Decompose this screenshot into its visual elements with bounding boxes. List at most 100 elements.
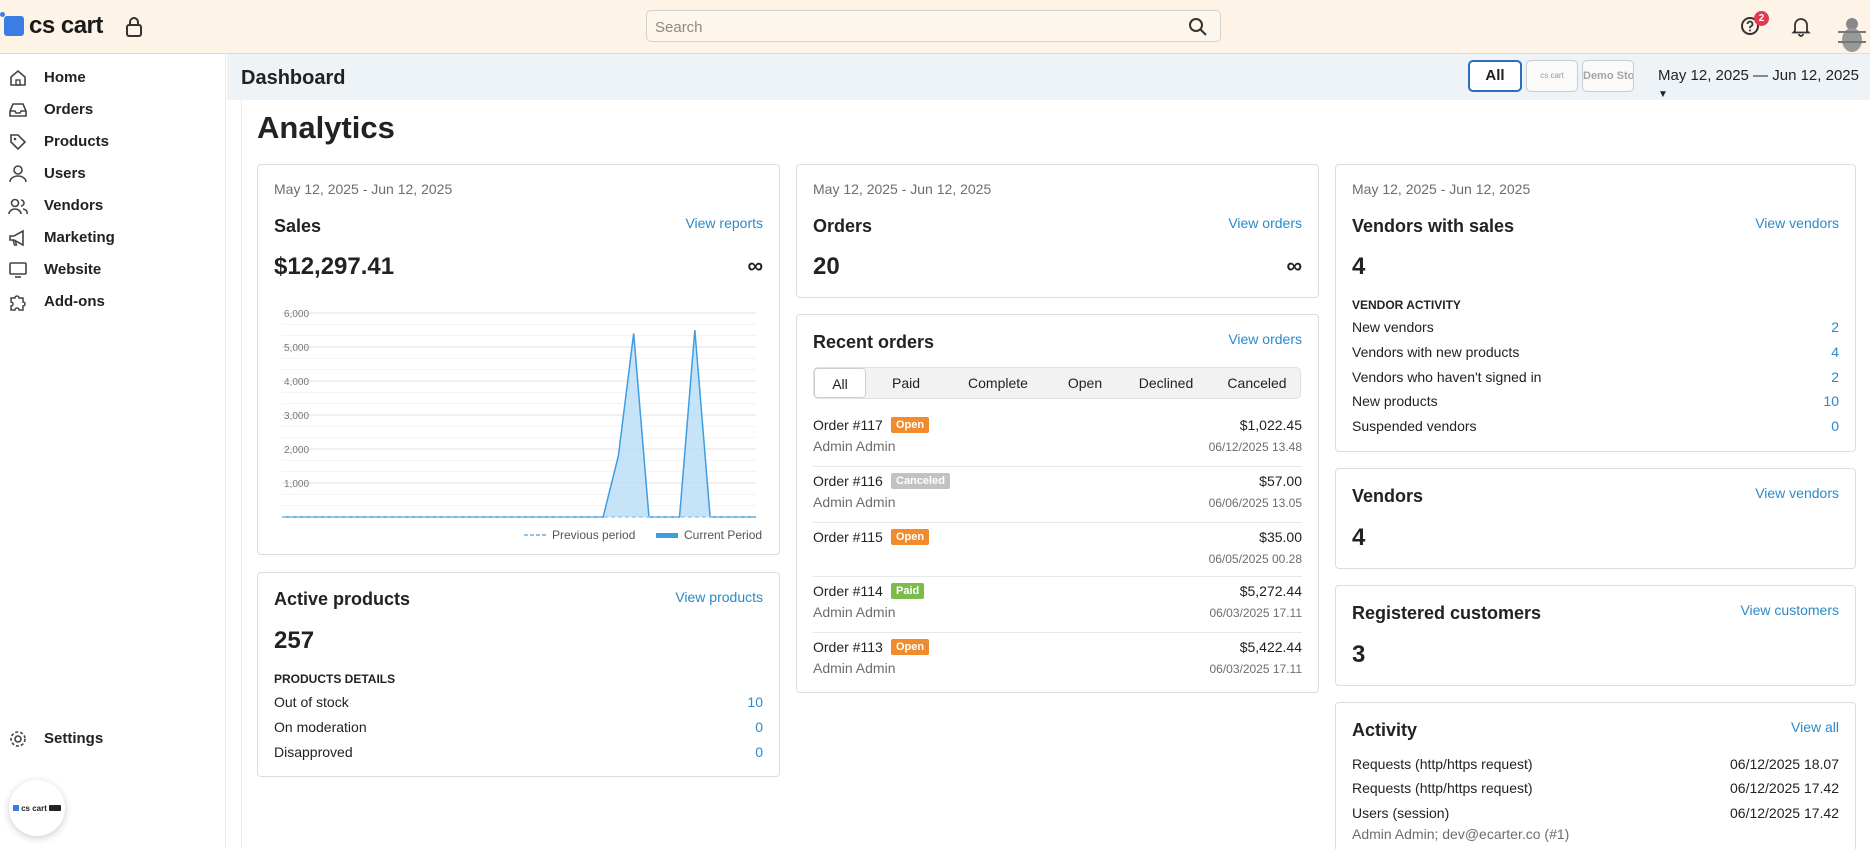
row-value-link[interactable]: 0 xyxy=(755,719,763,735)
tab-all[interactable]: All xyxy=(814,368,866,398)
store-filter-demo-store[interactable]: Demo Store xyxy=(1582,60,1634,92)
mini-logo-tag xyxy=(48,805,61,811)
row-value-link[interactable]: 10 xyxy=(1823,393,1839,409)
sidebar: Home Orders Products Users Vendors Marke… xyxy=(0,54,226,849)
sidebar-item-home[interactable]: Home xyxy=(0,63,226,93)
orders-value: 20 xyxy=(813,253,840,280)
tab-open[interactable]: Open xyxy=(1050,368,1120,398)
users-icon xyxy=(8,196,28,216)
tab-declined[interactable]: Declined xyxy=(1120,368,1212,398)
sidebar-item-label: Marketing xyxy=(44,229,115,246)
tab-paid[interactable]: Paid xyxy=(866,368,946,398)
sidebar-item-label: Settings xyxy=(44,730,104,747)
view-vendors-link[interactable]: View vendors xyxy=(1755,215,1839,231)
caret-down-icon: ▼ xyxy=(1658,89,1668,100)
sidebar-item-add-ons[interactable]: Add-ons xyxy=(0,287,226,317)
y-tick-label: 2,000 xyxy=(284,445,309,456)
order-row[interactable]: Order #113 Open Admin Admin $5,422.44 06… xyxy=(813,633,1302,689)
row-value-link[interactable]: 0 xyxy=(755,744,763,760)
recent-orders-title: Recent orders xyxy=(813,332,935,352)
sidebar-item-users[interactable]: Users xyxy=(0,159,226,189)
sales-title: Sales xyxy=(274,216,322,236)
tab-canceled[interactable]: Canceled xyxy=(1212,368,1302,398)
avatar[interactable] xyxy=(1834,14,1870,54)
row-label: On moderation xyxy=(274,719,367,735)
search-box xyxy=(646,10,1221,42)
store-filter-all[interactable]: All xyxy=(1468,60,1522,92)
order-number[interactable]: Order #113 xyxy=(813,639,883,655)
activity-row[interactable]: Requests (http/https request) 06/12/2025 … xyxy=(1352,756,1839,778)
order-customer: Admin Admin xyxy=(813,660,896,676)
vendor-activity-row: New vendors 2 xyxy=(1352,319,1839,341)
order-row[interactable]: Order #115 Open $35.00 06/05/2025 00.28 xyxy=(813,523,1302,577)
tag-icon xyxy=(8,132,28,152)
view-orders-link[interactable]: View orders xyxy=(1228,215,1302,231)
row-value-link[interactable]: 2 xyxy=(1831,319,1839,335)
view-reports-link[interactable]: View reports xyxy=(685,215,763,231)
mini-logo-text: cs cart xyxy=(21,803,47,813)
date-range-picker[interactable]: May 12, 2025 — Jun 12, 2025 ▼ xyxy=(1658,67,1870,101)
row-value-link[interactable]: 10 xyxy=(747,694,763,710)
previous-period-legend-label: Previous period xyxy=(552,528,635,542)
sidebar-item-vendors[interactable]: Vendors xyxy=(0,191,226,221)
activity-card: Activity View all Requests (http/https r… xyxy=(1335,702,1856,849)
sales-date: May 12, 2025 - Jun 12, 2025 xyxy=(274,181,453,197)
home-icon xyxy=(8,68,28,88)
y-tick-label: 3,000 xyxy=(284,411,309,422)
row-value-link[interactable]: 2 xyxy=(1831,369,1839,385)
sidebar-item-marketing[interactable]: Marketing xyxy=(0,223,226,253)
logo-mark xyxy=(0,12,24,36)
activity-row[interactable]: Requests (http/https request) 06/12/2025 … xyxy=(1352,780,1839,802)
sidebar-item-website[interactable]: Website xyxy=(0,255,226,285)
sidebar-item-label: Website xyxy=(44,261,102,278)
sales-chart: 6,000 5,000 4,000 3,000 2,000 1,000 Previous p… xyxy=(282,309,762,542)
logo[interactable]: cs cart xyxy=(0,12,103,40)
search-icon[interactable] xyxy=(1188,17,1208,42)
view-all-link[interactable]: View all xyxy=(1791,719,1839,735)
order-row[interactable]: Order #116 Canceled Admin Admin $57.00 0… xyxy=(813,467,1302,523)
status-badge: Canceled xyxy=(891,473,950,489)
sidebar-item-settings[interactable]: Settings xyxy=(0,724,226,754)
activity-label: Requests (http/https request) xyxy=(1352,756,1533,772)
row-label: Vendors with new products xyxy=(1352,344,1520,360)
recent-orders-card: Recent orders View orders All Paid Compl… xyxy=(796,314,1319,693)
current-period-legend-label: Current Period xyxy=(684,528,762,542)
order-amount: $57.00 xyxy=(1259,473,1302,489)
order-status-tabs: All Paid Complete Open Declined Canceled xyxy=(813,367,1301,399)
gear-icon xyxy=(8,729,28,749)
sidebar-item-products[interactable]: Products xyxy=(0,127,226,157)
search-input[interactable] xyxy=(655,17,1155,37)
activity-row[interactable]: Users (session) 06/12/2025 17.42 xyxy=(1352,805,1839,827)
order-row[interactable]: Order #114 Paid Admin Admin $5,272.44 06… xyxy=(813,577,1302,633)
tab-complete[interactable]: Complete xyxy=(946,368,1050,398)
top-bar: cs cart 2 xyxy=(0,0,1870,54)
status-badge: Open xyxy=(891,639,930,655)
bell-icon[interactable] xyxy=(1790,15,1812,42)
store-filter-cs-cart[interactable]: cs cart xyxy=(1526,60,1578,92)
order-customer: Admin Admin xyxy=(813,438,896,454)
lock-icon[interactable] xyxy=(124,16,144,43)
mini-logo[interactable]: cs cart xyxy=(9,780,65,836)
row-value-link[interactable]: 0 xyxy=(1831,418,1839,434)
order-number[interactable]: Order #117 xyxy=(813,417,883,433)
sidebar-item-orders[interactable]: Orders xyxy=(0,95,226,125)
order-amount: $5,272.44 xyxy=(1239,583,1302,599)
vendor-activity-row: Suspended vendors 0 xyxy=(1352,418,1839,440)
activity-date: 06/12/2025 18.07 xyxy=(1730,756,1839,772)
order-row[interactable]: Order #117 Open Admin Admin $1,022.45 06… xyxy=(813,411,1302,467)
activity-title: Activity xyxy=(1352,720,1418,740)
product-detail-row: On moderation 0 xyxy=(274,719,763,741)
order-number[interactable]: Order #114 xyxy=(813,583,883,599)
view-vendors-link[interactable]: View vendors xyxy=(1755,485,1839,501)
view-orders-link[interactable]: View orders xyxy=(1228,331,1302,347)
vendors-title: Vendors xyxy=(1352,486,1424,506)
vendor-activity-label: VENDOR ACTIVITY xyxy=(1352,298,1461,312)
monitor-icon xyxy=(8,260,28,280)
order-number[interactable]: Order #115 xyxy=(813,529,883,545)
order-date: 06/05/2025 00.28 xyxy=(1208,552,1302,566)
vendor-activity-row: Vendors with new products 4 xyxy=(1352,344,1839,366)
order-number[interactable]: Order #116 xyxy=(813,473,883,489)
view-products-link[interactable]: View products xyxy=(675,589,763,605)
row-value-link[interactable]: 4 xyxy=(1831,344,1839,360)
view-customers-link[interactable]: View customers xyxy=(1740,602,1839,618)
